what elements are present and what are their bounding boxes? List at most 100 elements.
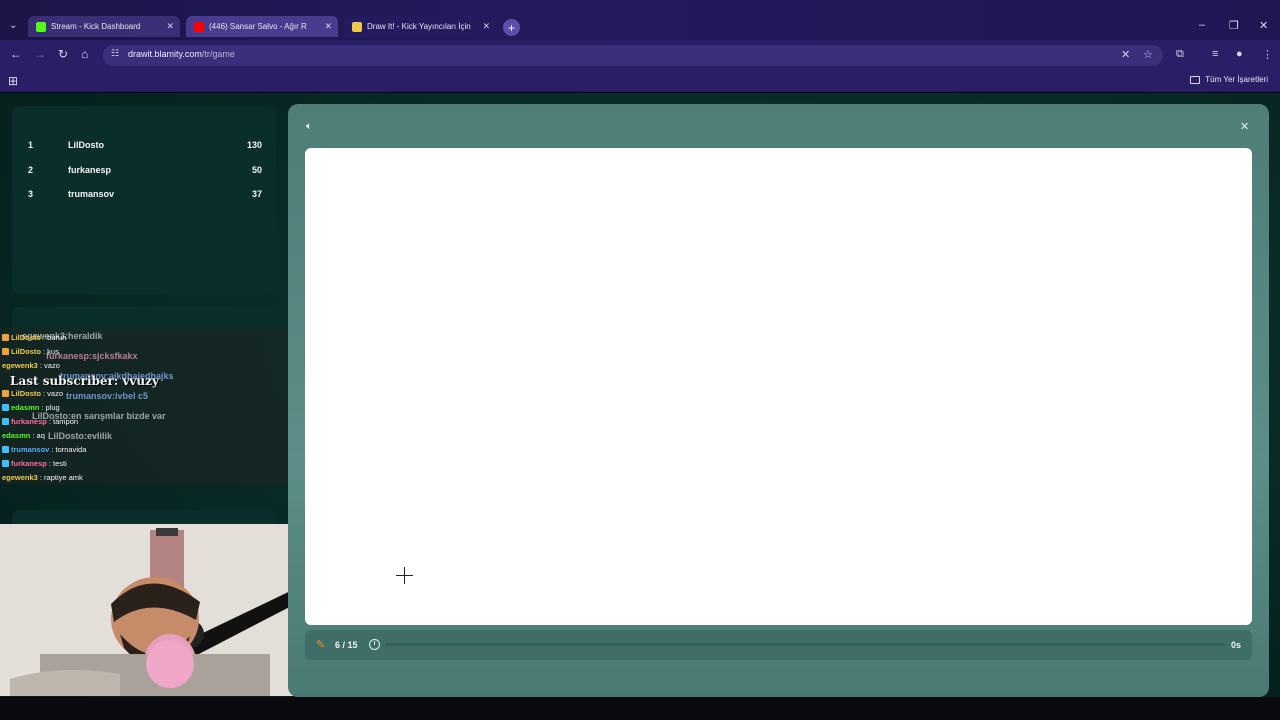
leaderboard-rank: 2 bbox=[28, 165, 34, 175]
chat-text: : raptiye amk bbox=[39, 473, 83, 482]
drawing-canvas[interactable] bbox=[305, 148, 1252, 625]
tab-title: Draw It! - Kick Yayıncıları İçin bbox=[367, 22, 471, 31]
chat-username: egewenk3 bbox=[2, 473, 38, 482]
url-path: /tr/game bbox=[201, 49, 235, 59]
chat-username: trumansov bbox=[11, 445, 50, 454]
chat-text: : aq bbox=[32, 431, 45, 440]
restore-icon[interactable]: ❐ bbox=[1229, 19, 1239, 32]
drawit-favicon-icon bbox=[352, 21, 362, 32]
leaderboard-rank: 1 bbox=[28, 140, 34, 150]
muted-icon[interactable]: ✕ bbox=[1121, 48, 1130, 61]
badge-icon bbox=[2, 418, 9, 425]
chat-message: furkanesp: tampon bbox=[2, 417, 78, 426]
chat-username: furkanesp bbox=[11, 417, 47, 426]
close-icon[interactable]: ✕ bbox=[1240, 120, 1249, 133]
chat-ghost-line: LilDosto:evlilik bbox=[48, 431, 113, 441]
tab-close-icon[interactable]: ✕ bbox=[166, 21, 174, 32]
badge-icon bbox=[2, 390, 9, 397]
webcam-feed bbox=[0, 524, 305, 696]
youtube-favicon-icon bbox=[194, 21, 204, 32]
chat-username: LilDosto bbox=[11, 333, 41, 342]
chat-username: LilDosto bbox=[11, 389, 41, 398]
leaderboard-row: 3 trumansov 37 bbox=[28, 186, 262, 202]
leaderboard-rank: 3 bbox=[28, 189, 34, 199]
chat-message: LilDosto: vazo bbox=[2, 389, 63, 398]
chat-message: LilDosto: burun bbox=[2, 333, 66, 342]
chat-message: edasmn: aq bbox=[2, 431, 45, 440]
folder-icon bbox=[1190, 75, 1201, 84]
time-remaining: 0s bbox=[1231, 640, 1242, 650]
chat-ghost-line: trumansov:ivbel c5 bbox=[66, 391, 149, 401]
media-controls-icon[interactable]: ≡ bbox=[1212, 48, 1218, 60]
badge-icon bbox=[2, 348, 9, 355]
leaderboard-row: 1 LilDosto 130 bbox=[28, 137, 262, 153]
tab-kick-dashboard[interactable]: Stream - Kick Dashboard ✕ bbox=[28, 16, 180, 37]
reload-icon[interactable]: ↻ bbox=[58, 47, 68, 61]
tab-close-icon[interactable]: ✕ bbox=[324, 21, 332, 32]
home-icon[interactable]: ⌂ bbox=[81, 47, 88, 61]
bookmark-star-icon[interactable]: ☆ bbox=[1143, 48, 1153, 61]
address-bar[interactable] bbox=[103, 45, 1163, 66]
side-panel bbox=[12, 510, 276, 524]
chat-message: egewenk3: vazo bbox=[2, 361, 60, 370]
chat-message: trumansov: tornavida bbox=[2, 445, 86, 454]
leaderboard-name: furkanesp bbox=[68, 165, 112, 175]
chat-username: LilDosto bbox=[11, 347, 41, 356]
back-arrow-icon[interactable]: ← bbox=[10, 47, 22, 61]
chat-text: : kus bbox=[43, 347, 59, 356]
last-subscriber-label: Last subscriber: vvuzy bbox=[10, 374, 159, 388]
tab-draw-it[interactable]: Draw It! - Kick Yayıncıları İçin ✕ bbox=[344, 16, 496, 37]
apps-grid-icon[interactable]: ⊞ bbox=[8, 74, 18, 88]
badge-icon bbox=[2, 446, 9, 453]
leaderboard-name: trumansov bbox=[68, 189, 115, 199]
speaker-icon[interactable]: 🔈︎ bbox=[306, 121, 312, 132]
chat-text: : plug bbox=[41, 403, 60, 412]
extensions-icon[interactable]: ⧉ bbox=[1176, 48, 1184, 61]
leaderboard-row: 2 furkanesp 50 bbox=[28, 162, 262, 178]
tab-search-chevron-icon[interactable]: ⌄ bbox=[9, 20, 17, 31]
chat-message: LilDosto: kus bbox=[2, 347, 59, 356]
chat-text: : testi bbox=[48, 459, 67, 468]
bookmarks-bar bbox=[0, 70, 1280, 92]
chat-text: : vazo bbox=[39, 361, 60, 370]
pencil-icon: ✎ bbox=[316, 639, 326, 651]
window-close-icon[interactable]: ✕ bbox=[1259, 19, 1268, 32]
tab-close-icon[interactable]: ✕ bbox=[482, 21, 490, 32]
menu-kebab-icon[interactable]: ⋮ bbox=[1262, 48, 1273, 61]
chat-message: edasmn: plug bbox=[2, 403, 60, 412]
chat-ghost-line: furkanesp:sjcksfkakx bbox=[46, 351, 138, 361]
url-text[interactable]: drawit.blamity.com/tr/game bbox=[128, 49, 235, 59]
kick-favicon-icon bbox=[36, 21, 46, 32]
chat-username: egewenk3 bbox=[2, 361, 38, 370]
badge-icon bbox=[2, 460, 9, 467]
chat-message: egewenk3: raptiye amk bbox=[2, 473, 83, 482]
chat-username: edasmn bbox=[11, 403, 40, 412]
tab-title: Stream - Kick Dashboard bbox=[51, 22, 141, 31]
tab-youtube[interactable]: (446) Sansar Salvo - Ağır R ✕ bbox=[186, 16, 338, 37]
leaderboard-score: 37 bbox=[251, 189, 262, 199]
chat-text: : tampon bbox=[48, 417, 79, 426]
tab-title: (446) Sansar Salvo - Ağır R bbox=[209, 22, 307, 31]
leaderboard-name: LilDosto bbox=[68, 140, 104, 150]
chat-message: furkanesp: testi bbox=[2, 459, 67, 468]
leaderboard-score: 50 bbox=[251, 165, 262, 175]
site-info-icon[interactable]: ☷ bbox=[111, 48, 119, 59]
timer-icon bbox=[369, 639, 380, 650]
chat-username: edasmn bbox=[2, 431, 31, 440]
url-host: drawit.blamity.com bbox=[128, 49, 202, 59]
crosshair-cursor-icon bbox=[404, 567, 405, 584]
chat-username: furkanesp bbox=[11, 459, 47, 468]
profile-avatar-icon[interactable]: ● bbox=[1236, 48, 1243, 60]
minimize-icon[interactable]: – bbox=[1199, 19, 1205, 31]
all-bookmarks-label: Tüm Yer İşaretleri bbox=[1205, 75, 1268, 84]
round-counter: 6 / 15 bbox=[335, 640, 358, 650]
time-progress-bar bbox=[385, 643, 1225, 646]
new-tab-plus-icon[interactable]: + bbox=[503, 19, 520, 36]
chat-text: : vazo bbox=[43, 389, 64, 398]
badge-icon bbox=[2, 404, 9, 411]
badge-icon bbox=[2, 334, 9, 341]
chat-text: : burun bbox=[43, 333, 67, 342]
streamer-webcam-image bbox=[0, 524, 305, 696]
forward-arrow-icon[interactable]: → bbox=[34, 47, 46, 61]
all-bookmarks-button[interactable]: Tüm Yer İşaretleri bbox=[1190, 75, 1268, 84]
